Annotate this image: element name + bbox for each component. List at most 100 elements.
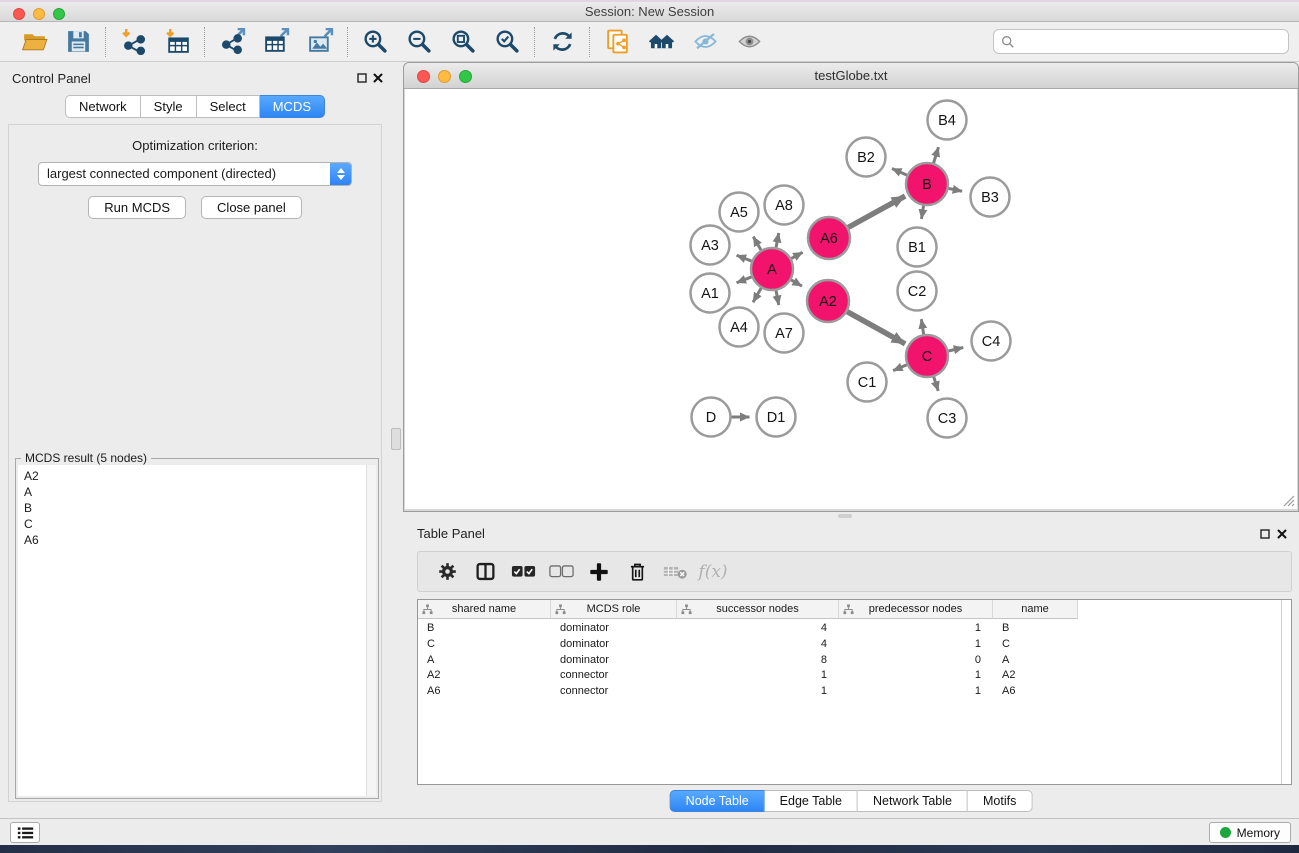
graph-edge-B-B4[interactable] <box>934 147 939 163</box>
graph-node-A1[interactable]: A1 <box>691 274 730 313</box>
graph-node-B4[interactable]: B4 <box>928 101 967 140</box>
graph-node-A7[interactable]: A7 <box>765 314 804 353</box>
export-image-button[interactable] <box>298 25 342 59</box>
graph-edge-B-B3[interactable] <box>949 188 963 191</box>
tab-mcds[interactable]: MCDS <box>260 95 325 118</box>
tab-network[interactable]: Network <box>65 95 141 118</box>
graph-edge-A-A1[interactable] <box>737 277 752 283</box>
minimize-traffic-light[interactable] <box>33 8 45 20</box>
table-row-a6[interactable]: A6connector11A6 <box>418 684 1291 700</box>
deselect-all-button[interactable] <box>542 555 580 589</box>
splitter-handle[interactable] <box>391 428 401 450</box>
graph-node-D1[interactable]: D1 <box>757 398 796 437</box>
zoom-out-button[interactable] <box>397 25 441 59</box>
graph-edge-C-C4[interactable] <box>948 348 963 351</box>
column-header-MCDS-role[interactable]: MCDS role <box>551 600 677 619</box>
table-scrollbar[interactable] <box>1281 600 1291 784</box>
zoom-selected-button[interactable] <box>485 25 529 59</box>
new-network-from-file-button[interactable] <box>595 25 639 59</box>
memory-button[interactable]: Memory <box>1209 822 1291 843</box>
refresh-view-button[interactable] <box>540 25 584 59</box>
zoom-traffic-light[interactable] <box>53 8 65 20</box>
network-canvas[interactable]: B4B2BB3A8A5A6A3B1AC2A1A2A4A7C4CC1DD1C3 <box>405 89 1297 509</box>
delete-table-button[interactable] <box>656 555 694 589</box>
graph-node-A[interactable]: A <box>751 248 793 290</box>
graph-edge-A-A4[interactable] <box>753 288 761 302</box>
close-traffic-light[interactable] <box>417 70 430 83</box>
import-network-button[interactable] <box>111 25 155 59</box>
graph-node-A4[interactable]: A4 <box>720 308 759 347</box>
graph-node-C3[interactable]: C3 <box>928 399 967 438</box>
result-item-a6[interactable]: A6 <box>18 532 376 548</box>
result-item-a[interactable]: A <box>18 484 376 500</box>
close-panel-icon[interactable] <box>371 71 384 84</box>
network-window-titlebar[interactable]: testGlobe.txt <box>404 63 1298 89</box>
graph-edge-C-C3[interactable] <box>934 377 938 391</box>
close-traffic-light[interactable] <box>13 8 25 20</box>
run-mcds-button[interactable]: Run MCDS <box>88 196 186 219</box>
open-session-button[interactable] <box>12 25 56 59</box>
tab-edge-table[interactable]: Edge Table <box>765 790 858 812</box>
graph-edge-A-A7[interactable] <box>776 291 779 305</box>
result-item-c[interactable]: C <box>18 516 376 532</box>
tab-node-table[interactable]: Node Table <box>670 790 765 812</box>
graph-node-B1[interactable]: B1 <box>898 228 937 267</box>
graph-node-A2[interactable]: A2 <box>807 280 849 322</box>
table-row-b[interactable]: Bdominator41B <box>418 621 1291 637</box>
tab-style[interactable]: Style <box>141 95 197 118</box>
export-table-button[interactable] <box>254 25 298 59</box>
graph-node-C1[interactable]: C1 <box>848 363 887 402</box>
close-panel-icon[interactable] <box>1275 527 1288 540</box>
select-all-button[interactable] <box>504 555 542 589</box>
graph-node-A8[interactable]: A8 <box>765 186 804 225</box>
search-box[interactable] <box>993 29 1289 54</box>
zoom-traffic-light[interactable] <box>459 70 472 83</box>
home-view-button[interactable] <box>639 25 683 59</box>
result-item-b[interactable]: B <box>18 500 376 516</box>
column-header-successor-nodes[interactable]: successor nodes <box>677 600 839 619</box>
create-column-button[interactable] <box>580 555 618 589</box>
delete-columns-button[interactable] <box>618 555 656 589</box>
graph-edge-B-B2[interactable] <box>892 169 907 176</box>
close-panel-button[interactable]: Close panel <box>201 196 302 219</box>
search-input[interactable] <box>1020 31 1282 52</box>
export-network-button[interactable] <box>210 25 254 59</box>
graph-node-A6[interactable]: A6 <box>808 217 850 259</box>
hide-selected-button[interactable] <box>683 25 727 59</box>
graph-edge-A-A5[interactable] <box>753 237 761 250</box>
graph-node-B2[interactable]: B2 <box>847 138 886 177</box>
graph-node-A5[interactable]: A5 <box>720 193 759 232</box>
horizontal-splitter[interactable] <box>403 512 1299 520</box>
graph-edge-C-C2[interactable] <box>921 319 923 334</box>
float-panel-icon[interactable] <box>355 71 368 84</box>
table-row-a[interactable]: Adominator80A <box>418 653 1291 669</box>
graph-node-C4[interactable]: C4 <box>972 322 1011 361</box>
show-columns-button[interactable] <box>466 555 504 589</box>
splitter-handle[interactable] <box>838 514 852 518</box>
graph-edge-A-A8[interactable] <box>776 233 779 247</box>
minimize-traffic-light[interactable] <box>438 70 451 83</box>
import-table-button[interactable] <box>155 25 199 59</box>
graph-node-B3[interactable]: B3 <box>971 178 1010 217</box>
graph-node-C[interactable]: C <box>906 335 948 377</box>
task-history-button[interactable] <box>10 822 40 843</box>
criterion-dropdown[interactable]: largest connected component (directed) <box>38 162 352 186</box>
graph-node-B[interactable]: B <box>906 163 948 205</box>
zoom-fit-button[interactable] <box>441 25 485 59</box>
graph-edge-A-A2[interactable] <box>791 280 802 286</box>
graph-node-A3[interactable]: A3 <box>691 226 730 265</box>
graph-node-D[interactable]: D <box>692 398 731 437</box>
table-mode-button[interactable] <box>428 555 466 589</box>
show-all-button[interactable] <box>727 25 771 59</box>
result-scrollbar[interactable] <box>366 465 376 796</box>
table-row-c[interactable]: Cdominator41C <box>418 637 1291 653</box>
tab-motifs[interactable]: Motifs <box>968 790 1032 812</box>
mcds-result-list[interactable]: A2ABCA6 <box>18 465 376 796</box>
save-session-button[interactable] <box>56 25 100 59</box>
column-header-shared-name[interactable]: shared name <box>418 600 551 619</box>
column-header-predecessor-nodes[interactable]: predecessor nodes <box>839 600 993 619</box>
zoom-in-button[interactable] <box>353 25 397 59</box>
graph-edge-A-A3[interactable] <box>737 255 752 261</box>
tab-select[interactable]: Select <box>197 95 260 118</box>
resize-grip[interactable] <box>1279 491 1295 507</box>
